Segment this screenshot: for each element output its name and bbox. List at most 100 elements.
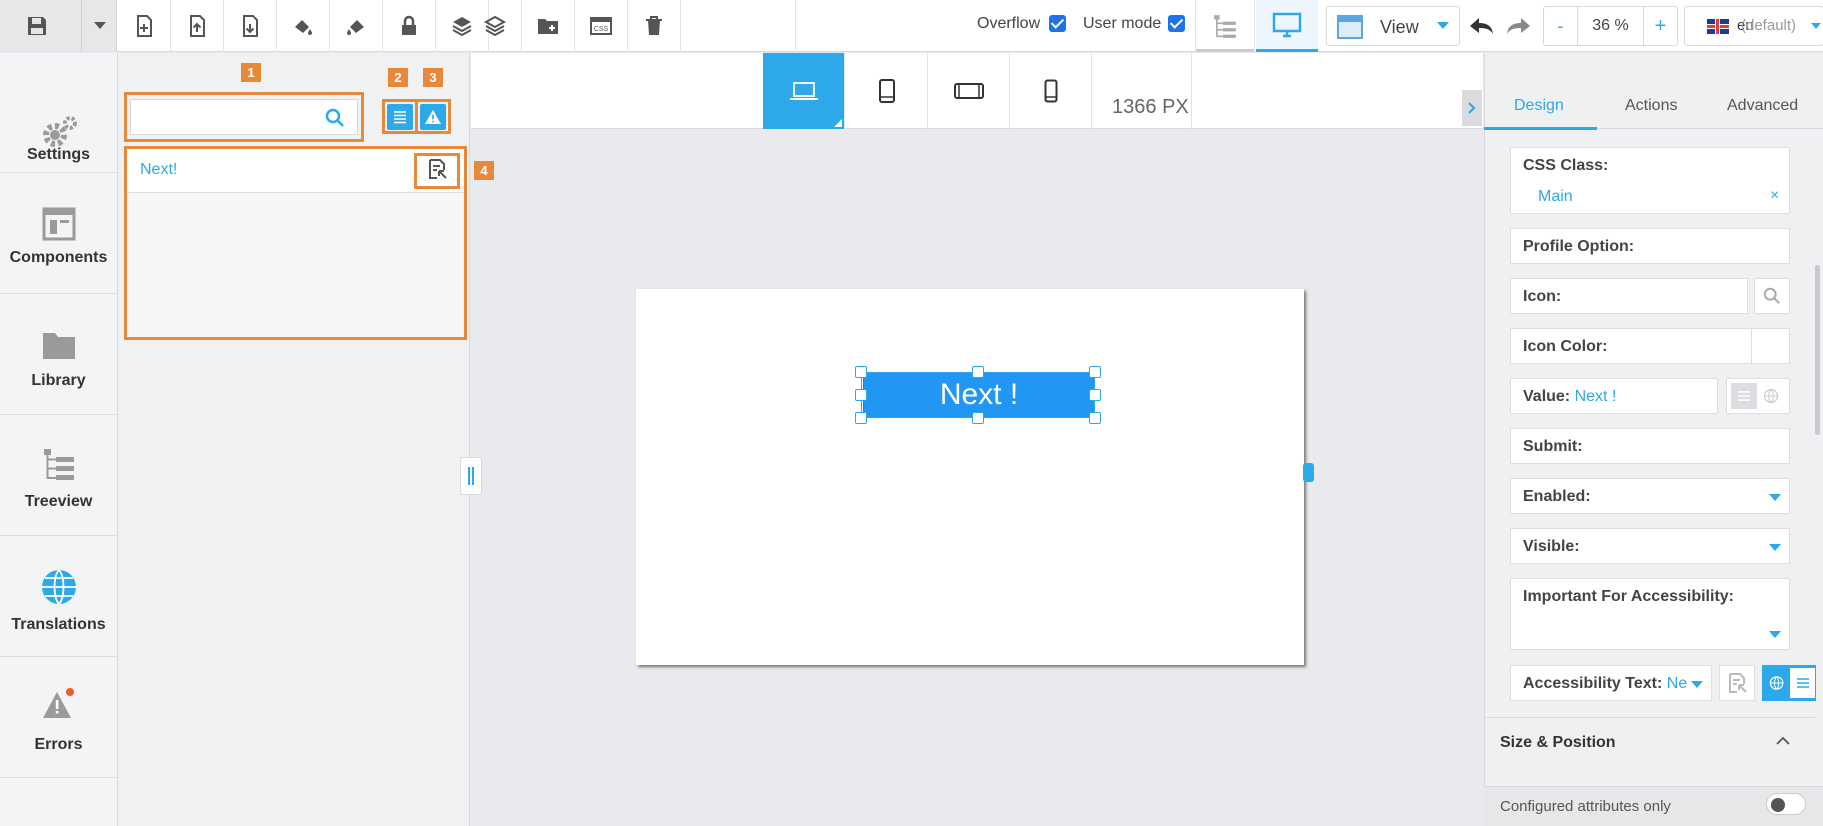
canvas-width-unit: PX bbox=[1162, 96, 1189, 118]
nav-label-settings: Settings bbox=[26, 146, 91, 163]
view-label: View bbox=[1380, 17, 1419, 37]
lock-button[interactable] bbox=[383, 0, 436, 52]
tab-actions[interactable]: Actions bbox=[1625, 97, 1677, 115]
nav-item-translations[interactable]: Translations bbox=[0, 537, 117, 657]
profile-option-field[interactable]: Profile Option: bbox=[1510, 228, 1790, 264]
resize-handle-bottom-right[interactable] bbox=[1089, 412, 1101, 424]
format-painter-button[interactable] bbox=[277, 0, 330, 52]
resize-handle-top-left[interactable] bbox=[855, 366, 867, 378]
zoom-in-button[interactable]: + bbox=[1643, 7, 1677, 45]
save-dropdown-button[interactable] bbox=[82, 0, 117, 52]
visible-dropdown[interactable]: Visible: bbox=[1510, 528, 1790, 564]
tablet-icon bbox=[878, 79, 895, 103]
resize-handle-bottom[interactable] bbox=[972, 412, 984, 424]
resize-handle-bottom-left[interactable] bbox=[855, 412, 867, 424]
configured-attributes-label: Configured attributes only bbox=[1500, 798, 1671, 815]
canvas-width-label: 1366 PX bbox=[1112, 96, 1189, 119]
value-label-text: Value: bbox=[1523, 388, 1571, 405]
icon-label: Icon: bbox=[1523, 288, 1562, 305]
nav-item-settings[interactable]: Settings bbox=[0, 53, 117, 173]
resize-handle-top-right[interactable] bbox=[1089, 366, 1101, 378]
new-folder-button[interactable] bbox=[522, 0, 575, 52]
language-dropdown[interactable]: en (default) bbox=[1684, 6, 1823, 46]
import-page-button[interactable] bbox=[224, 0, 277, 52]
icon-field[interactable]: Icon: bbox=[1510, 278, 1748, 314]
css-class-clear-button[interactable]: × bbox=[1770, 187, 1779, 205]
collapse-right-panel-button[interactable] bbox=[1462, 90, 1482, 126]
document-download-icon bbox=[243, 15, 258, 37]
toolbar-divider bbox=[795, 0, 796, 52]
resize-handle-right[interactable] bbox=[1089, 389, 1101, 401]
layers-alt-button[interactable] bbox=[469, 0, 522, 52]
chevron-down-icon bbox=[1769, 631, 1781, 638]
view-dropdown[interactable]: View bbox=[1326, 6, 1460, 46]
device-tablet-button[interactable] bbox=[846, 53, 928, 129]
delete-button[interactable] bbox=[628, 0, 681, 52]
artboard-resize-handle[interactable] bbox=[1303, 463, 1314, 482]
chevron-down-icon bbox=[1769, 544, 1781, 551]
overflow-checkbox[interactable] bbox=[1049, 15, 1066, 32]
configured-attributes-toggle[interactable] bbox=[1766, 793, 1806, 815]
size-position-section-header[interactable]: Size & Position bbox=[1500, 734, 1616, 752]
overflow-label: Overflow bbox=[977, 15, 1041, 32]
user-mode-checkbox[interactable] bbox=[1168, 15, 1185, 32]
resize-handle-left[interactable] bbox=[855, 389, 867, 401]
nav-label-components: Components bbox=[9, 249, 108, 266]
desktop-preview-button[interactable] bbox=[1256, 0, 1318, 52]
layers-stack-icon bbox=[483, 15, 507, 37]
value-field[interactable]: Value: Next ! bbox=[1510, 378, 1718, 414]
nav-item-library[interactable]: Library bbox=[0, 295, 117, 415]
save-button[interactable] bbox=[0, 0, 82, 52]
undo-icon[interactable] bbox=[1466, 12, 1496, 40]
chevron-up-icon[interactable] bbox=[1775, 736, 1791, 746]
globe-icon bbox=[1769, 676, 1784, 690]
tree-layout-button[interactable] bbox=[1195, 0, 1255, 52]
css-button[interactable]: CSS bbox=[575, 0, 628, 52]
submit-field[interactable]: Submit: bbox=[1510, 428, 1790, 464]
page-artboard[interactable] bbox=[636, 289, 1304, 665]
layout-view-icon bbox=[1337, 15, 1363, 39]
css-class-field[interactable]: CSS Class: Main × bbox=[1510, 147, 1790, 214]
device-laptop-button[interactable] bbox=[763, 53, 845, 129]
value-text: Next ! bbox=[1574, 388, 1617, 405]
nav-item-treeview[interactable]: Treeview bbox=[0, 416, 117, 536]
resize-handle-top[interactable] bbox=[972, 366, 984, 378]
panel-splitter-handle[interactable] bbox=[460, 457, 482, 495]
enabled-dropdown[interactable]: Enabled: bbox=[1510, 478, 1790, 514]
nav-item-errors[interactable]: Errors bbox=[0, 658, 117, 778]
paint-bucket-icon bbox=[295, 20, 312, 35]
value-mode-toggle[interactable] bbox=[1726, 378, 1790, 414]
locate-element-button[interactable] bbox=[1719, 665, 1755, 701]
tab-design[interactable]: Design bbox=[1514, 97, 1564, 115]
device-phone-button[interactable] bbox=[1010, 53, 1092, 129]
new-page-button[interactable] bbox=[118, 0, 171, 52]
user-mode-label: User mode bbox=[1083, 15, 1162, 32]
device-selector-bar bbox=[471, 53, 1483, 129]
clear-format-button[interactable] bbox=[330, 0, 383, 52]
tab-advanced[interactable]: Advanced bbox=[1727, 97, 1798, 115]
nav-item-components[interactable]: Components bbox=[0, 174, 117, 294]
locate-element-icon bbox=[1729, 673, 1747, 693]
properties-scrollbar[interactable] bbox=[1815, 265, 1820, 435]
accessibility-text-dropdown[interactable]: Accessibility Text: Ne bbox=[1510, 665, 1712, 701]
zoom-control: - 36 % + bbox=[1543, 6, 1678, 46]
search-icon bbox=[1763, 287, 1780, 304]
visible-label: Visible: bbox=[1523, 538, 1580, 555]
device-tablet-landscape-button[interactable] bbox=[928, 53, 1010, 129]
highlight-list-button bbox=[382, 99, 418, 134]
folder-add-icon bbox=[538, 19, 558, 34]
important-for-accessibility-dropdown[interactable]: Important For Accessibility: bbox=[1510, 578, 1790, 650]
zoom-value[interactable]: 36 % bbox=[1578, 7, 1643, 45]
redo-icon[interactable] bbox=[1504, 12, 1534, 40]
save-icon bbox=[28, 17, 46, 35]
export-page-button[interactable] bbox=[171, 0, 224, 52]
accessibility-mode-toggle[interactable] bbox=[1762, 665, 1816, 701]
callout-badge-4: 4 bbox=[474, 161, 494, 180]
icon-color-swatch[interactable] bbox=[1751, 328, 1790, 364]
icon-search-button[interactable] bbox=[1754, 278, 1790, 314]
zoom-out-button[interactable]: - bbox=[1544, 7, 1578, 45]
svg-text:CSS: CSS bbox=[594, 26, 609, 33]
phone-icon bbox=[1044, 79, 1057, 103]
icon-color-field[interactable]: Icon Color: bbox=[1510, 328, 1752, 364]
chevron-down-icon bbox=[1811, 23, 1821, 29]
